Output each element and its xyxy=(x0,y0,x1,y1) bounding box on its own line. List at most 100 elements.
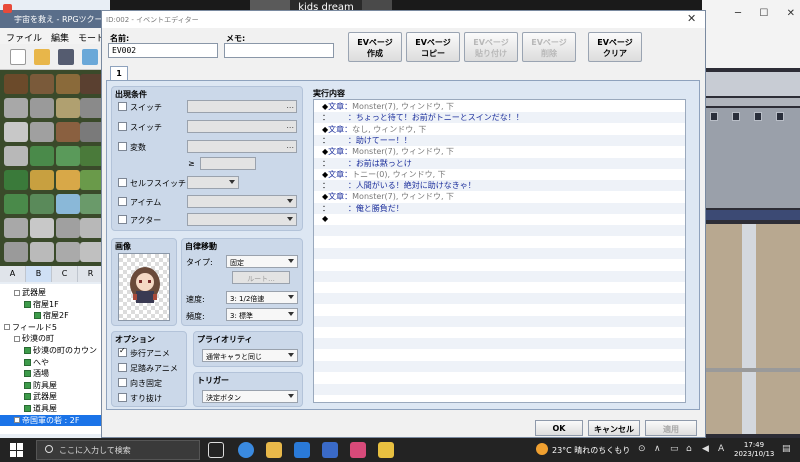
tree-item[interactable]: 砂漠の町 xyxy=(0,333,104,344)
taskbar-search-input[interactable]: ここに入力して検索 xyxy=(36,440,200,460)
tree-item[interactable]: 武器屋 xyxy=(0,391,104,402)
save-icon[interactable] xyxy=(58,49,74,65)
command-row[interactable] xyxy=(314,270,685,282)
store-icon[interactable] xyxy=(294,442,310,458)
item-checkbox[interactable] xyxy=(118,197,127,206)
frequency-select[interactable]: 3: 標準 xyxy=(226,308,298,321)
command-row[interactable] xyxy=(314,338,685,350)
battery-icon[interactable]: ▭ xyxy=(670,444,679,454)
command-row[interactable] xyxy=(314,304,685,315)
tile-tab-c[interactable]: C xyxy=(52,266,78,282)
copy-page-button[interactable]: EVページ コピー xyxy=(406,32,460,62)
paste-page-button[interactable]: EVページ 貼り付け xyxy=(464,32,518,62)
command-row[interactable]: ◆ xyxy=(314,214,685,225)
command-row[interactable]: ◆文章：Monster(7), ウィンドウ, 下 xyxy=(314,191,685,202)
event-image[interactable] xyxy=(118,253,170,321)
command-row[interactable] xyxy=(314,360,685,372)
file-explorer-icon[interactable] xyxy=(266,442,282,458)
self-switch-checkbox[interactable] xyxy=(118,178,127,187)
command-row[interactable] xyxy=(314,259,685,270)
minimize-icon[interactable]: ─ xyxy=(735,8,741,19)
windows-start-icon[interactable] xyxy=(10,443,24,457)
dialog-close-icon[interactable]: ✕ xyxy=(687,12,696,25)
close-icon[interactable]: ✕ xyxy=(787,8,795,19)
command-row[interactable]: ◆文章：Monster(7), ウィンドウ, 下 xyxy=(314,101,685,112)
command-row[interactable]: ： ：俺と勝負だ！ xyxy=(314,202,685,214)
priority-select[interactable]: 通常キャラと同じ xyxy=(202,349,298,362)
tree-item[interactable]: 砂漠の町のカウン xyxy=(0,345,104,356)
clock[interactable]: 17:49 2023/10/13 xyxy=(734,441,774,459)
tree-item[interactable]: 道具屋 xyxy=(0,403,104,414)
tree-item[interactable]: 帝国軍の砦 : 2F xyxy=(0,414,104,426)
map-canvas[interactable] xyxy=(702,68,800,438)
self-switch-select[interactable] xyxy=(187,176,239,189)
command-row[interactable] xyxy=(314,372,685,383)
memo-field[interactable] xyxy=(224,43,334,58)
new-page-button[interactable]: EVページ 作成 xyxy=(348,32,402,62)
route-button[interactable]: ルート... xyxy=(232,271,290,284)
tile-tab-a[interactable]: A xyxy=(0,266,26,282)
command-row[interactable] xyxy=(314,247,685,259)
cut-icon[interactable] xyxy=(82,49,98,65)
menu-file[interactable]: ファイル xyxy=(6,31,42,44)
command-row[interactable] xyxy=(314,350,685,361)
switch2-select[interactable]: ... xyxy=(187,120,297,133)
cancel-button[interactable]: キャンセル xyxy=(588,420,640,436)
command-row[interactable]: ： ：人間がいる！絶対に助けなきゃ！ xyxy=(314,180,685,192)
command-row[interactable] xyxy=(314,383,685,395)
tile-palette[interactable] xyxy=(0,70,104,266)
notes-icon[interactable] xyxy=(378,442,394,458)
mail-icon[interactable] xyxy=(322,442,338,458)
delete-page-button[interactable]: EVページ 削除 xyxy=(522,32,576,62)
command-row[interactable]: ◆文章：Monster(7), ウィンドウ, 下 xyxy=(314,146,685,157)
people-icon[interactable]: ⊙ xyxy=(638,444,646,454)
variable-value-spinner[interactable] xyxy=(200,157,256,170)
command-row[interactable]: ： ：ちょっと待て！お前がトニーとスインだな！！ xyxy=(314,112,685,124)
variable-checkbox[interactable] xyxy=(118,142,127,151)
variable-select[interactable]: ... xyxy=(187,140,297,153)
tile-tab-b[interactable]: B xyxy=(26,266,52,282)
command-row[interactable] xyxy=(314,282,685,293)
command-row[interactable]: ◆文章：なし, ウィンドウ, 下 xyxy=(314,124,685,135)
tree-item[interactable]: へや xyxy=(0,357,104,368)
stepping-anim-checkbox[interactable] xyxy=(118,363,127,372)
apply-button[interactable]: 適用 xyxy=(645,420,697,436)
maximize-icon[interactable]: ☐ xyxy=(759,8,768,19)
tree-item[interactable]: 防具屋 xyxy=(0,380,104,391)
command-row[interactable] xyxy=(314,293,685,305)
ok-button[interactable]: OK xyxy=(535,420,583,436)
command-row[interactable] xyxy=(314,395,685,402)
notification-icon[interactable]: ▤ xyxy=(782,444,791,454)
switch1-checkbox[interactable] xyxy=(118,102,127,111)
command-row[interactable] xyxy=(314,225,685,237)
command-row[interactable]: ： ：お前は黙っとけ xyxy=(314,157,685,169)
tree-item[interactable]: 宿屋2F xyxy=(0,310,104,321)
tab-page-1[interactable]: 1 xyxy=(110,66,128,81)
direction-fix-checkbox[interactable] xyxy=(118,378,127,387)
speed-select[interactable]: 3: 1/2倍速 xyxy=(226,291,298,304)
trigger-select[interactable]: 決定ボタン xyxy=(202,390,298,403)
edge-icon[interactable] xyxy=(238,442,254,458)
name-field[interactable]: EV002 xyxy=(108,43,218,58)
command-list[interactable]: ◆文章：Monster(7), ウィンドウ, 下： ：ちょっと待て！お前がトニー… xyxy=(313,99,686,403)
type-select[interactable]: 固定 xyxy=(226,255,298,268)
tree-item[interactable]: 宿屋1F xyxy=(0,299,104,310)
switch2-checkbox[interactable] xyxy=(118,122,127,131)
command-row[interactable]: ： ：助けてーー！！ xyxy=(314,134,685,146)
new-file-icon[interactable] xyxy=(10,49,26,65)
tree-item[interactable]: 武器屋 xyxy=(0,287,104,298)
item-select[interactable] xyxy=(187,195,297,208)
ime-indicator[interactable]: A xyxy=(718,444,724,454)
weather-widget[interactable]: 23°C 晴れのちくもり xyxy=(536,441,632,459)
command-row[interactable] xyxy=(314,327,685,338)
command-row[interactable] xyxy=(314,315,685,327)
actor-select[interactable] xyxy=(187,213,297,226)
volume-icon[interactable]: ◀ xyxy=(702,444,709,454)
menu-edit[interactable]: 編集 xyxy=(51,31,69,44)
rpg-maker-icon[interactable] xyxy=(350,442,366,458)
clear-page-button[interactable]: EVページ クリア xyxy=(588,32,642,62)
switch1-select[interactable]: ... xyxy=(187,100,297,113)
chevron-up-icon[interactable]: ∧ xyxy=(654,444,661,454)
open-folder-icon[interactable] xyxy=(34,49,50,65)
tree-item[interactable]: フィールド5 xyxy=(0,322,104,333)
